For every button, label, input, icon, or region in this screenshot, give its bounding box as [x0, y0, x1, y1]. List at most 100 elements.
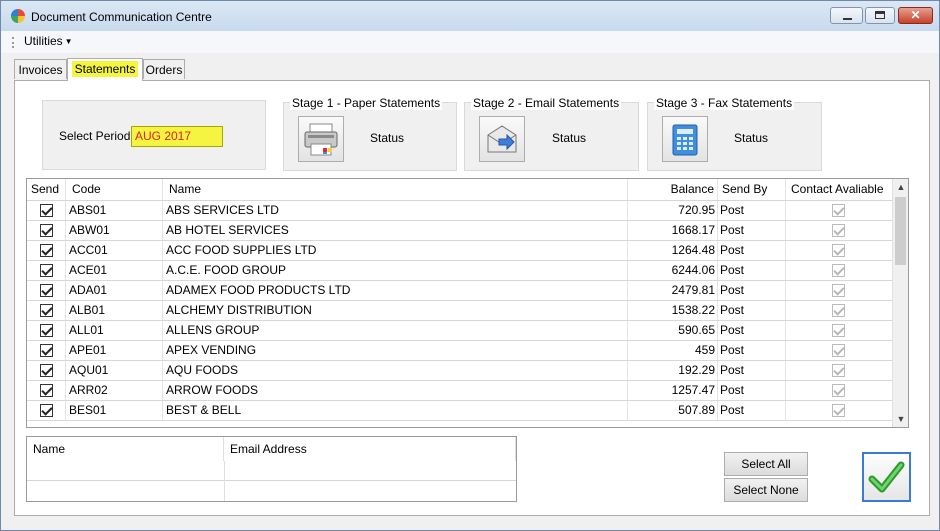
scroll-down-icon[interactable]: ▼	[893, 411, 908, 427]
contacts-row-divider	[27, 480, 516, 481]
column-header-email-address[interactable]: Email Address	[224, 437, 516, 461]
send-by-cell[interactable]: Post	[718, 301, 786, 320]
table-row[interactable]: AQU01 AQU FOODS 192.29 Post	[27, 361, 893, 381]
table-row[interactable]: ABS01 ABS SERVICES LTD 720.95 Post	[27, 201, 893, 221]
send-cell[interactable]	[27, 361, 66, 380]
tab-invoices[interactable]: Invoices	[14, 59, 67, 79]
balance-cell: 720.95	[628, 201, 718, 220]
stage3-title: Stage 3 - Fax Statements	[654, 96, 795, 110]
name-cell: ALCHEMY DISTRIBUTION	[163, 301, 628, 320]
send-checkbox[interactable]	[40, 344, 53, 357]
close-button[interactable]: ✕	[898, 7, 933, 24]
name-cell: ABS SERVICES LTD	[163, 201, 628, 220]
send-checkbox[interactable]	[40, 384, 53, 397]
tab-orders[interactable]: Orders	[143, 59, 185, 79]
tab-statements[interactable]: Statements	[67, 58, 143, 81]
column-header-balance[interactable]: Balance	[628, 179, 718, 200]
send-by-cell[interactable]: Post	[718, 321, 786, 340]
app-logo-icon	[11, 9, 25, 23]
table-row[interactable]: ADA01 ADAMEX FOOD PRODUCTS LTD 2479.81 Post	[27, 281, 893, 301]
maximize-icon	[875, 11, 885, 19]
column-header-send[interactable]: Send	[27, 179, 66, 200]
send-by-cell[interactable]: Post	[718, 261, 786, 280]
select-all-button[interactable]: Select All	[724, 452, 808, 476]
contacts-grid[interactable]: Name Email Address	[26, 436, 517, 502]
send-cell[interactable]	[27, 221, 66, 240]
code-cell: ACE01	[66, 261, 163, 280]
table-row[interactable]: ACC01 ACC FOOD SUPPLIES LTD 1264.48 Post	[27, 241, 893, 261]
email-statements-button[interactable]	[479, 116, 525, 162]
scroll-up-icon[interactable]: ▲	[893, 179, 908, 195]
send-checkbox[interactable]	[40, 204, 53, 217]
send-by-cell[interactable]: Post	[718, 201, 786, 220]
send-checkbox[interactable]	[40, 324, 53, 337]
column-header-contact-available[interactable]: Contact Avaliable	[786, 179, 893, 200]
column-header-contact-name[interactable]: Name	[27, 437, 224, 461]
confirm-button[interactable]	[862, 452, 911, 502]
name-cell: APEX VENDING	[163, 341, 628, 360]
send-checkbox[interactable]	[40, 244, 53, 257]
table-row[interactable]: APE01 APEX VENDING 459 Post	[27, 341, 893, 361]
contact-available-checkbox	[832, 204, 845, 217]
contact-available-checkbox	[832, 344, 845, 357]
send-cell[interactable]	[27, 321, 66, 340]
period-input[interactable]: AUG 2017 ...	[131, 126, 309, 147]
grid-scrollbar[interactable]: ▲ ▼	[892, 179, 908, 427]
send-cell[interactable]	[27, 341, 66, 360]
send-by-cell[interactable]: Post	[718, 341, 786, 360]
send-by-cell[interactable]: Post	[718, 401, 786, 420]
table-row[interactable]: ALL01 ALLENS GROUP 590.65 Post	[27, 321, 893, 341]
send-cell[interactable]	[27, 401, 66, 420]
select-none-button[interactable]: Select None	[724, 478, 808, 502]
send-by-cell[interactable]: Post	[718, 281, 786, 300]
column-header-send-by[interactable]: Send By	[718, 179, 786, 200]
send-by-cell[interactable]: Post	[718, 241, 786, 260]
send-checkbox[interactable]	[40, 264, 53, 277]
send-checkbox[interactable]	[40, 284, 53, 297]
send-cell[interactable]	[27, 201, 66, 220]
send-by-cell[interactable]: Post	[718, 221, 786, 240]
send-by-cell[interactable]: Post	[718, 361, 786, 380]
code-cell: ABS01	[66, 201, 163, 220]
send-cell[interactable]	[27, 241, 66, 260]
contact-available-cell	[786, 201, 893, 220]
send-cell[interactable]	[27, 301, 66, 320]
send-checkbox[interactable]	[40, 404, 53, 417]
fax-statements-button[interactable]	[662, 116, 708, 162]
table-row[interactable]: ACE01 A.C.E. FOOD GROUP 6244.06 Post	[27, 261, 893, 281]
table-row[interactable]: ABW01 AB HOTEL SERVICES 1668.17 Post	[27, 221, 893, 241]
stage2-status: Status	[552, 131, 587, 145]
column-header-code[interactable]: Code	[66, 179, 163, 200]
contact-available-checkbox	[832, 384, 845, 397]
statements-grid[interactable]: Send Code Name Balance Send By Contact A…	[26, 178, 909, 428]
minimize-icon	[843, 18, 852, 20]
minimize-button[interactable]	[830, 7, 863, 24]
scroll-thumb[interactable]	[895, 197, 906, 265]
send-cell[interactable]	[27, 281, 66, 300]
code-cell: APE01	[66, 341, 163, 360]
menu-utilities[interactable]: Utilities ▼	[24, 34, 73, 50]
contact-available-cell	[786, 341, 893, 360]
title-bar[interactable]: Document Communication Centre ✕	[1, 1, 939, 31]
balance-cell: 192.29	[628, 361, 718, 380]
column-header-name[interactable]: Name	[163, 179, 628, 200]
name-cell: ALLENS GROUP	[163, 321, 628, 340]
tab-orders-label: Orders	[145, 63, 183, 77]
checkmark-icon	[868, 461, 905, 493]
maximize-button[interactable]	[865, 7, 895, 24]
send-checkbox[interactable]	[40, 304, 53, 317]
period-value: AUG 2017	[135, 129, 192, 143]
name-cell: ADAMEX FOOD PRODUCTS LTD	[163, 281, 628, 300]
contact-available-cell	[786, 361, 893, 380]
send-cell[interactable]	[27, 261, 66, 280]
menu-grip-icon	[12, 37, 16, 48]
close-icon: ✕	[910, 8, 921, 22]
send-cell[interactable]	[27, 381, 66, 400]
send-by-cell[interactable]: Post	[718, 381, 786, 400]
send-checkbox[interactable]	[40, 364, 53, 377]
table-row[interactable]: ARR02 ARROW FOODS 1257.47 Post	[27, 381, 893, 401]
table-row[interactable]: BES01 BEST & BELL 507.89 Post	[27, 401, 893, 421]
paper-statements-button[interactable]	[298, 116, 344, 162]
send-checkbox[interactable]	[40, 224, 53, 237]
table-row[interactable]: ALB01 ALCHEMY DISTRIBUTION 1538.22 Post	[27, 301, 893, 321]
